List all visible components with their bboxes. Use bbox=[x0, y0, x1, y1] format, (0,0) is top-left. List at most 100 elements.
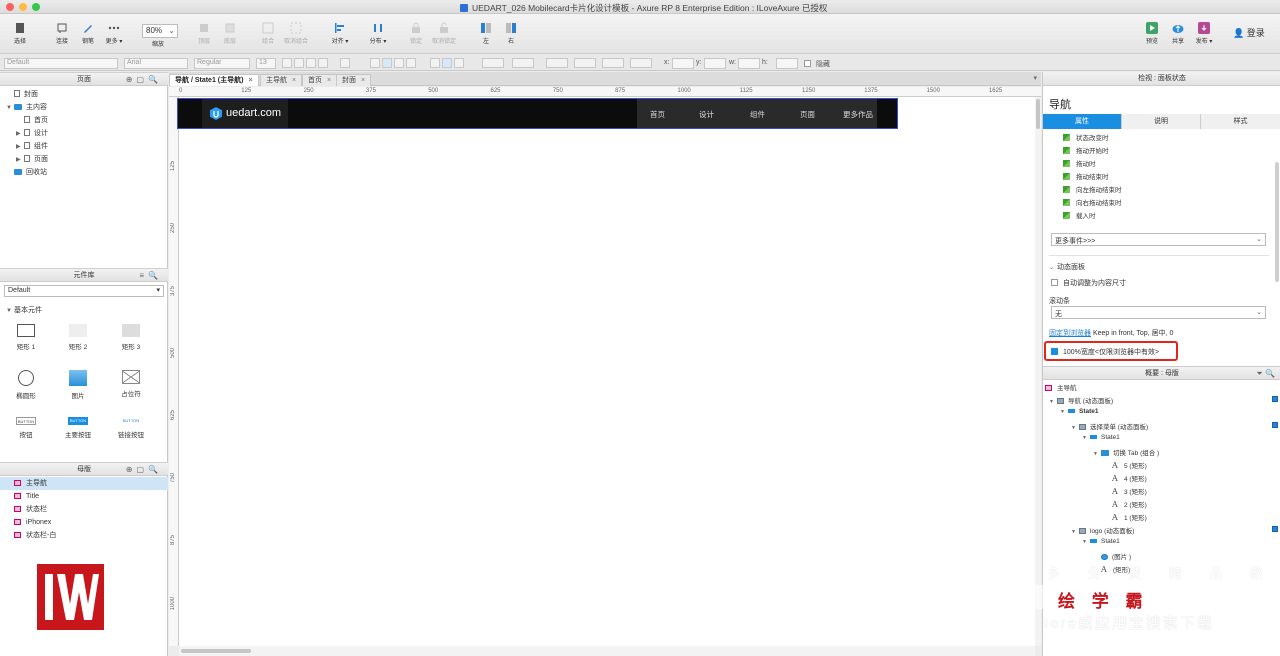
outline-item[interactable]: A 3 (矩形) bbox=[1104, 486, 1147, 496]
master-item[interactable]: 主导航 bbox=[0, 477, 168, 490]
shadow-button[interactable] bbox=[512, 58, 534, 68]
style-select[interactable]: Default bbox=[4, 58, 118, 69]
ungroup-button[interactable]: 取消组合 bbox=[282, 22, 310, 45]
share-button[interactable]: 共享 bbox=[1164, 22, 1192, 45]
scrollbar-select[interactable]: 无 ⌄ bbox=[1051, 306, 1266, 319]
library-select[interactable]: Default ▾ bbox=[4, 285, 164, 297]
page-item[interactable]: ▶ 设计 bbox=[16, 128, 48, 138]
full-width-checkbox[interactable]: 100%宽度<仅限浏览器中有效> bbox=[1051, 347, 1159, 357]
inspector-scroll-thumb[interactable] bbox=[1275, 162, 1279, 282]
x-input[interactable] bbox=[672, 58, 694, 69]
preview-button[interactable]: 预览 bbox=[1138, 22, 1166, 45]
nav-dynamic-panel[interactable]: uedart.com 首页 设计 组件 页面 更多作品 bbox=[177, 98, 898, 129]
w-input[interactable] bbox=[738, 58, 760, 69]
page-item[interactable]: 首页 bbox=[16, 115, 48, 125]
valign-middle-button[interactable] bbox=[442, 58, 452, 68]
nav-logo[interactable]: uedart.com bbox=[202, 99, 288, 128]
page-item[interactable]: ▶ 页面 bbox=[16, 154, 48, 164]
page-item[interactable]: 封面 bbox=[6, 89, 38, 99]
canvas-vertical-scroll-thumb[interactable] bbox=[1036, 99, 1040, 129]
group-button[interactable]: 组合 bbox=[254, 22, 282, 45]
event-item[interactable]: 拖动开始时 bbox=[1063, 145, 1109, 155]
left-pane-button[interactable]: 左 bbox=[472, 22, 500, 45]
outline-item[interactable]: ▼ State1 bbox=[1060, 408, 1099, 415]
border-color-button[interactable] bbox=[546, 58, 568, 68]
hidden-checkbox[interactable]: 隐藏 bbox=[804, 59, 830, 69]
tab-overflow-chevron-icon[interactable]: ▾ bbox=[1033, 74, 1037, 82]
bring-to-front-button[interactable]: 顶层 bbox=[190, 22, 218, 45]
outline-item[interactable]: (图片 ) bbox=[1093, 551, 1131, 561]
valign-top-button[interactable] bbox=[430, 58, 440, 68]
filter-icon[interactable]: ⏷ 🔍 bbox=[1256, 367, 1275, 381]
design-canvas[interactable]: uedart.com 首页 设计 组件 页面 更多作品 bbox=[177, 97, 1035, 646]
event-item[interactable]: 向右拖动结束时 bbox=[1063, 197, 1122, 207]
page-item[interactable]: ▼ 主内容 bbox=[6, 102, 47, 112]
outline-item[interactable]: A 4 (矩形) bbox=[1104, 473, 1147, 483]
close-icon[interactable]: × bbox=[327, 77, 331, 84]
outline-item[interactable]: ▼ 导航 (动态面板) bbox=[1049, 395, 1113, 405]
zoom-window-button[interactable] bbox=[32, 3, 40, 11]
page-item[interactable]: ▶ 组件 bbox=[16, 141, 48, 151]
outline-item[interactable]: A 2 (矩形) bbox=[1104, 499, 1147, 509]
align-button[interactable]: 对齐 ▾ bbox=[326, 22, 354, 45]
library-item[interactable]: 占位符 bbox=[111, 370, 151, 398]
nav-item[interactable]: 页面 bbox=[800, 109, 815, 120]
right-pane-button[interactable]: 右 bbox=[497, 22, 525, 45]
canvas-horizontal-scroll-thumb[interactable] bbox=[181, 649, 251, 653]
expand-triangle-icon[interactable]: ▼ bbox=[1082, 435, 1090, 441]
tab-style[interactable]: 样式 bbox=[1201, 114, 1280, 129]
fill-color-button[interactable] bbox=[482, 58, 504, 68]
text-color-button[interactable] bbox=[282, 58, 292, 68]
justify-text-button[interactable] bbox=[406, 58, 416, 68]
font-size-select[interactable]: 13 bbox=[256, 58, 276, 69]
library-panel-actions[interactable]: ≡🔍 bbox=[139, 269, 162, 282]
align-left-text-button[interactable] bbox=[370, 58, 380, 68]
library-item[interactable]: 矩形 2 bbox=[58, 324, 98, 351]
masters-panel-actions[interactable]: ⊕▢🔍 bbox=[126, 463, 162, 476]
pin-to-browser-link[interactable]: 固定到浏览器 bbox=[1049, 330, 1091, 337]
event-item[interactable]: 状态改变时 bbox=[1063, 132, 1109, 142]
underline-button[interactable] bbox=[318, 58, 328, 68]
expand-triangle-icon[interactable]: ▶ bbox=[16, 143, 24, 150]
canvas-horizontal-scrollbar[interactable] bbox=[179, 646, 1035, 656]
library-item[interactable]: BUTTON 链接按钮 bbox=[111, 417, 151, 439]
font-family-select[interactable]: Arial bbox=[124, 58, 188, 69]
library-item[interactable]: 矩形 1 bbox=[6, 324, 46, 351]
outline-item[interactable]: ▼ State1 bbox=[1082, 538, 1120, 545]
login-button[interactable]: 👤 登录 bbox=[1233, 26, 1265, 39]
lock-button[interactable]: 锁定 bbox=[402, 22, 430, 45]
library-group-basic[interactable]: ▼ 基本元件 bbox=[6, 305, 42, 315]
library-item[interactable]: 椭圆形 bbox=[6, 370, 46, 400]
outline-item[interactable]: ▼ State1 bbox=[1082, 434, 1120, 441]
expand-triangle-icon[interactable]: ▼ bbox=[1060, 409, 1068, 415]
library-item[interactable]: 矩形 3 bbox=[111, 324, 151, 351]
more-tools-button[interactable]: 更多 ▾ bbox=[100, 22, 128, 45]
document-tab[interactable]: 主导航 × bbox=[260, 74, 303, 86]
border-width-button[interactable] bbox=[574, 58, 596, 68]
arrow-style-button[interactable] bbox=[630, 58, 652, 68]
expand-triangle-icon[interactable]: ▶ bbox=[16, 130, 24, 137]
nav-item[interactable]: 首页 bbox=[650, 109, 665, 120]
outline-item[interactable]: ▼ logo (动态面板) bbox=[1071, 525, 1134, 535]
master-item[interactable]: 状态栏 bbox=[0, 503, 168, 516]
expand-triangle-icon[interactable]: ▼ bbox=[1093, 451, 1101, 457]
bullet-list-button[interactable] bbox=[340, 58, 350, 68]
pages-panel-actions[interactable]: ⊕▢🔍 bbox=[126, 73, 162, 86]
tab-notes[interactable]: 说明 bbox=[1122, 114, 1201, 129]
expand-triangle-icon[interactable]: ▶ bbox=[16, 156, 24, 163]
auto-fit-checkbox[interactable]: 自动调整为内容尺寸 bbox=[1051, 278, 1126, 288]
close-icon[interactable]: × bbox=[361, 77, 365, 84]
font-weight-select[interactable]: Regular bbox=[194, 58, 250, 69]
library-item[interactable]: BUTTON 按钮 bbox=[6, 417, 46, 439]
more-events-select[interactable]: 更多事件>>> ⌄ bbox=[1051, 233, 1266, 246]
close-icon[interactable]: × bbox=[292, 77, 296, 84]
select-tool-button[interactable]: 选择 bbox=[6, 22, 34, 45]
event-item[interactable]: 向左拖动结束时 bbox=[1063, 184, 1122, 194]
valign-bottom-button[interactable] bbox=[454, 58, 464, 68]
expand-triangle-icon[interactable]: ▼ bbox=[1071, 425, 1079, 431]
event-item[interactable]: 载入时 bbox=[1063, 210, 1096, 220]
tab-properties[interactable]: 属性 bbox=[1043, 114, 1122, 129]
italic-button[interactable] bbox=[306, 58, 316, 68]
document-tab[interactable]: 首页 × bbox=[302, 74, 338, 86]
expand-triangle-icon[interactable]: ▼ bbox=[6, 105, 14, 111]
